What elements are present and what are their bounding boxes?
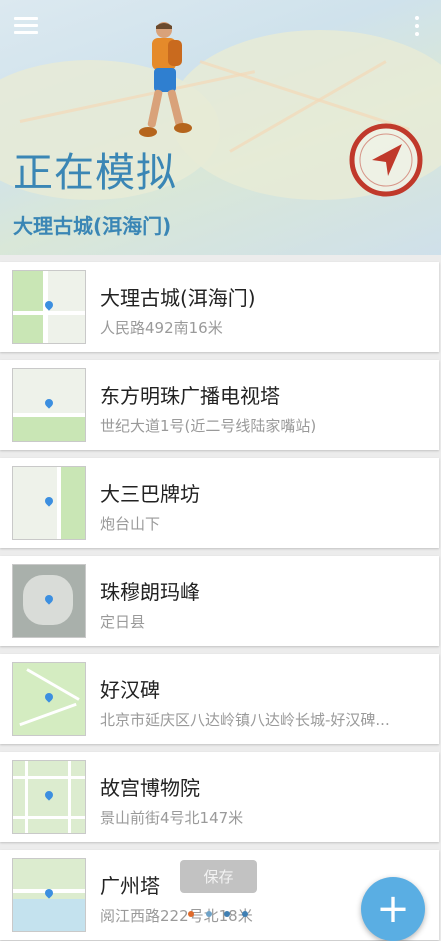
location-name: 珠穆朗玛峰 (100, 580, 200, 604)
location-card[interactable]: 大理古城(洱海门) 人民路492南16米 (0, 262, 439, 352)
menu-icon[interactable] (14, 17, 38, 35)
location-name: 好汉碑 (100, 678, 160, 702)
indicator-dot (224, 911, 230, 917)
location-name: 故宫博物院 (100, 776, 200, 800)
location-card[interactable]: 东方明珠广播电视塔 世纪大道1号(近二号线陆家嘴站) (0, 360, 439, 450)
location-address: 炮台山下 (100, 515, 161, 533)
map-thumbnail (12, 760, 86, 834)
map-thumbnail (12, 466, 86, 540)
location-address: 定日县 (100, 613, 146, 631)
location-card[interactable]: 故宫博物院 景山前街4号北147米 (0, 752, 439, 842)
location-address: 人民路492南16米 (100, 319, 223, 337)
location-name: 东方明珠广播电视塔 (100, 384, 280, 408)
traveler-figure-image (139, 22, 192, 137)
save-button[interactable]: 保存 (180, 860, 257, 893)
location-card[interactable]: 好汉碑 北京市延庆区八达岭镇八达岭长城-好汉碑... (0, 654, 439, 744)
current-location-subtitle: 大理古城(洱海门) (13, 214, 172, 238)
header-banner: 正在模拟 大理古城(洱海门) (0, 0, 441, 255)
indicator-dot (242, 911, 248, 917)
add-location-button[interactable]: + (361, 877, 425, 941)
map-thumbnail (12, 368, 86, 442)
indicator-dot (206, 911, 212, 917)
location-address: 北京市延庆区八达岭镇八达岭长城-好汉碑... (100, 711, 390, 729)
location-address: 景山前街4号北147米 (100, 809, 244, 827)
map-thumbnail (12, 858, 86, 932)
location-name: 大理古城(洱海门) (100, 286, 256, 310)
location-name: 广州塔 (100, 874, 160, 898)
more-options-icon[interactable] (412, 16, 422, 38)
location-card[interactable]: 珠穆朗玛峰 定日县 (0, 556, 439, 646)
map-thumbnail (12, 564, 86, 638)
indicator-dot (188, 911, 194, 917)
location-name: 大三巴牌坊 (100, 482, 200, 506)
page-title: 正在模拟 (13, 150, 177, 196)
location-address: 世纪大道1号(近二号线陆家嘴站) (100, 417, 317, 435)
compass-navigation-icon[interactable] (348, 122, 424, 198)
plus-icon: + (376, 886, 410, 932)
location-card[interactable]: 大三巴牌坊 炮台山下 (0, 458, 439, 548)
map-thumbnail (12, 270, 86, 344)
map-thumbnail (12, 662, 86, 736)
